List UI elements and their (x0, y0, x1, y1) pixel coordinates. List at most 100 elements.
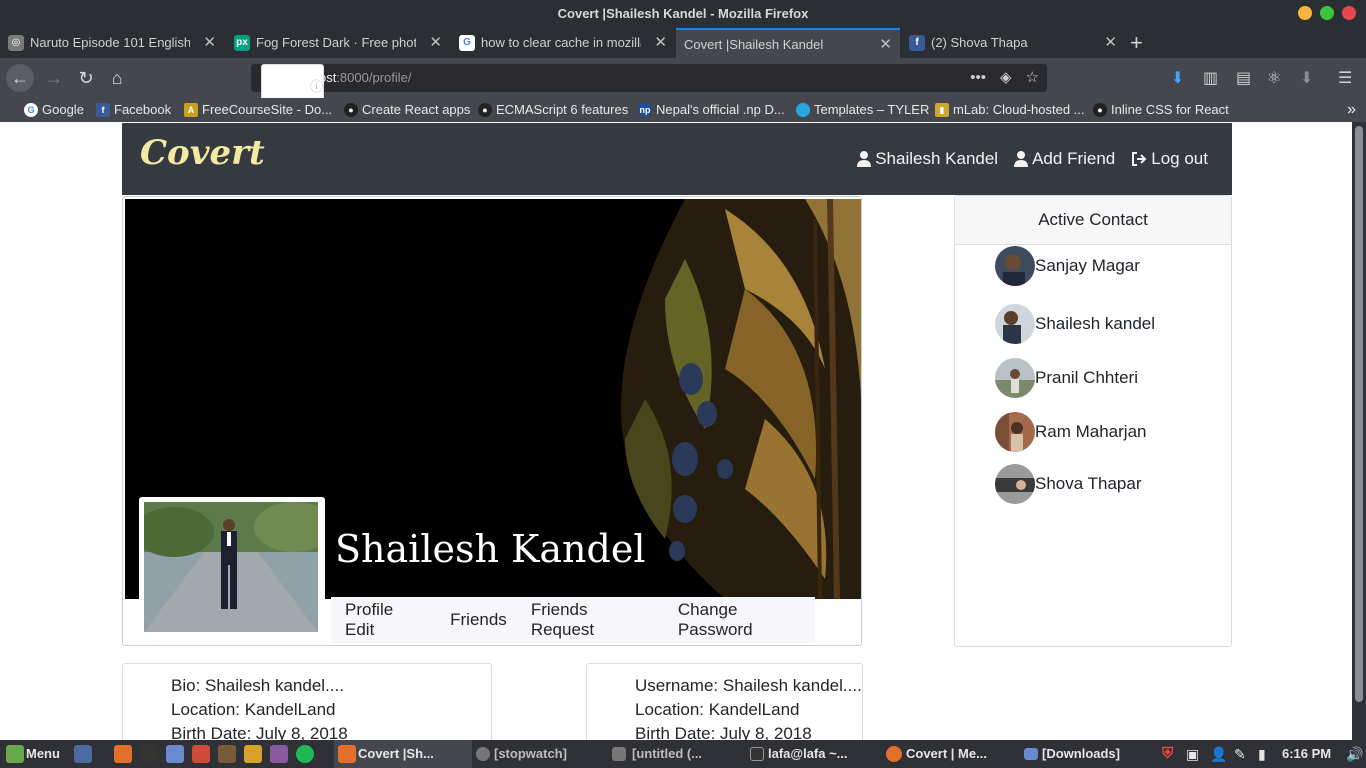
contact-item[interactable]: Shova Thapar (995, 464, 1141, 504)
tab-profile-edit[interactable]: Profile Edit (345, 600, 426, 640)
extension-download-icon[interactable]: ⬇ (1300, 68, 1313, 88)
scrollbar-thumb[interactable] (1355, 126, 1363, 702)
forward-button[interactable]: → (40, 64, 68, 92)
media-launcher-icon[interactable] (270, 745, 288, 763)
google-icon: G (459, 35, 475, 51)
library-icon[interactable]: ▥ (1203, 68, 1218, 88)
bookmark-item[interactable]: ● Inline CSS for React (1091, 98, 1229, 122)
close-window-button[interactable] (1342, 6, 1356, 20)
np-icon: np (638, 103, 652, 117)
browser-tab[interactable]: f (2) Shova Thapa ✕ (901, 28, 1125, 58)
tab-friends[interactable]: Friends (450, 610, 507, 630)
bookmark-item[interactable]: Templates – TYLER (794, 98, 929, 122)
close-icon[interactable]: ✕ (654, 28, 667, 58)
sidebar-icon[interactable]: ▤ (1236, 68, 1251, 88)
contact-name: Ram Maharjan (1035, 422, 1147, 441)
firefox-icon (886, 746, 902, 762)
contact-photo-icon (995, 246, 1035, 286)
bookmark-item[interactable]: ● ECMAScript 6 features (476, 98, 628, 122)
tab-friends-request[interactable]: Friends Request (531, 600, 654, 640)
system-taskbar: Menu Covert |Sh... [stopwatch] [untitled… (0, 740, 1366, 768)
volume-icon[interactable]: 🔊 (1346, 740, 1363, 768)
new-tab-button[interactable]: + (1130, 30, 1143, 56)
browser-tab[interactable]: ◎ Naruto Episode 101 English D ✕ (0, 28, 224, 58)
username-text: Username: Shailesh kandel.... (635, 676, 862, 695)
profile-avatar[interactable] (139, 497, 325, 637)
bookmark-star-icon[interactable]: ☆ (1026, 64, 1039, 92)
birth-date-text: Birth Date: July 8, 2018 (171, 724, 348, 740)
bookmarks-overflow-icon[interactable]: » (1347, 98, 1356, 122)
profile-info-card: Bio: Shailesh kandel.... Location: Kande… (122, 663, 492, 740)
bookmark-label: ECMAScript 6 features (496, 102, 629, 117)
terminal-launcher-icon[interactable] (140, 745, 158, 763)
clock[interactable]: 6:16 PM (1282, 740, 1331, 768)
archive-launcher-icon[interactable] (244, 745, 262, 763)
bookmark-item[interactable]: ▮ mLab: Cloud-hosted ... (933, 98, 1085, 122)
contact-item[interactable]: Sanjay Magar (995, 246, 1140, 286)
profile-cover-card: Shailesh Kandel Profile Edit Friends Fri… (122, 196, 862, 646)
close-icon[interactable]: ✕ (203, 28, 216, 58)
page-scrollbar[interactable] (1352, 122, 1366, 740)
nav-logout-link[interactable]: Log out (1131, 149, 1208, 169)
taskbar-window[interactable]: [untitled (... (612, 740, 702, 768)
pen-icon[interactable]: ✎ (1234, 740, 1246, 768)
show-desktop-icon[interactable] (74, 745, 92, 763)
contact-name: Sanjay Magar (1035, 256, 1140, 275)
browser-tab-active[interactable]: Covert |Shailesh Kandel ✕ (676, 28, 900, 58)
site-logo[interactable]: Covert (140, 133, 265, 173)
start-menu-button[interactable]: Menu (6, 740, 60, 768)
reload-button[interactable]: ↻ (72, 64, 100, 92)
chrome-launcher-icon[interactable] (192, 745, 210, 763)
bookmark-label: FreeCourseSite - Do... (202, 102, 333, 117)
files-launcher-icon[interactable] (166, 745, 184, 763)
spotify-launcher-icon[interactable] (296, 745, 314, 763)
contact-photo-icon (995, 464, 1035, 504)
clipboard-icon[interactable]: ▣ (1186, 740, 1199, 768)
browser-tab[interactable]: px Fog Forest Dark · Free photo ✕ (226, 28, 450, 58)
contact-item[interactable]: Pranil Chhteri (995, 358, 1138, 398)
sublime-launcher-icon[interactable] (218, 745, 236, 763)
pocket-icon[interactable]: ◈ (1000, 64, 1012, 92)
nav-user-link[interactable]: Shailesh Kandel (857, 149, 998, 169)
github-icon: ● (1093, 103, 1107, 117)
templates-icon (796, 103, 810, 117)
close-icon[interactable]: ✕ (1104, 28, 1117, 58)
taskbar-window[interactable]: Covert |Sh... (334, 740, 472, 768)
minimize-button[interactable] (1298, 6, 1312, 20)
taskbar-window[interactable]: lafa@lafa ~... (750, 740, 848, 768)
taskbar-window-label: [untitled (... (632, 746, 703, 761)
close-icon[interactable]: ✕ (429, 28, 442, 58)
home-button[interactable]: ⌂ (103, 64, 131, 92)
taskbar-window[interactable]: [Downloads] (1024, 740, 1120, 768)
firefox-icon (338, 745, 356, 763)
contact-item[interactable]: Ram Maharjan (995, 412, 1147, 452)
taskbar-window[interactable]: Covert | Me... (886, 740, 987, 768)
bookmark-item[interactable]: G Google (22, 98, 84, 122)
url-bar[interactable]: ⓘ localhost:8000/profile/ ••• ◈ ☆ (251, 64, 1047, 154)
bookmark-item[interactable]: ● Create React apps (342, 98, 470, 122)
tab-label: how to clear cache in mozilla (481, 35, 641, 50)
url-path: :8000/profile/ (336, 70, 412, 85)
contact-item[interactable]: Shailesh kandel (995, 304, 1155, 344)
shield-icon[interactable]: ⛨ (1162, 740, 1173, 768)
back-button[interactable]: ← (6, 64, 34, 92)
browser-tab[interactable]: G how to clear cache in mozilla ✕ (451, 28, 675, 58)
bookmark-item[interactable]: A FreeCourseSite - Do... (182, 98, 332, 122)
start-menu-label: Menu (26, 746, 60, 761)
bookmark-item[interactable]: f Facebook (94, 98, 171, 122)
close-icon[interactable]: ✕ (879, 30, 892, 58)
nav-add-friend-link[interactable]: Add Friend (1014, 149, 1115, 169)
hamburger-menu-icon[interactable]: ☰ (1338, 68, 1352, 88)
react-devtools-icon[interactable]: ⚛ (1267, 68, 1281, 88)
contact-avatar (995, 412, 1035, 452)
download-icon[interactable]: ⬇ (1171, 68, 1184, 88)
bookmark-item[interactable]: np Nepal's official .np D... (636, 98, 785, 122)
battery-icon[interactable]: ▮ (1258, 740, 1266, 768)
user-switch-icon[interactable]: 👤 (1210, 740, 1227, 768)
taskbar-window[interactable]: [stopwatch] (476, 740, 567, 768)
page-actions-icon[interactable]: ••• (970, 64, 986, 92)
navigation-toolbar: ← → ↻ ⌂ ⓘ localhost:8000/profile/ ••• ◈ … (0, 58, 1366, 154)
firefox-launcher-icon[interactable] (114, 745, 132, 763)
maximize-button[interactable] (1320, 6, 1334, 20)
tab-change-password[interactable]: Change Password (678, 600, 815, 640)
